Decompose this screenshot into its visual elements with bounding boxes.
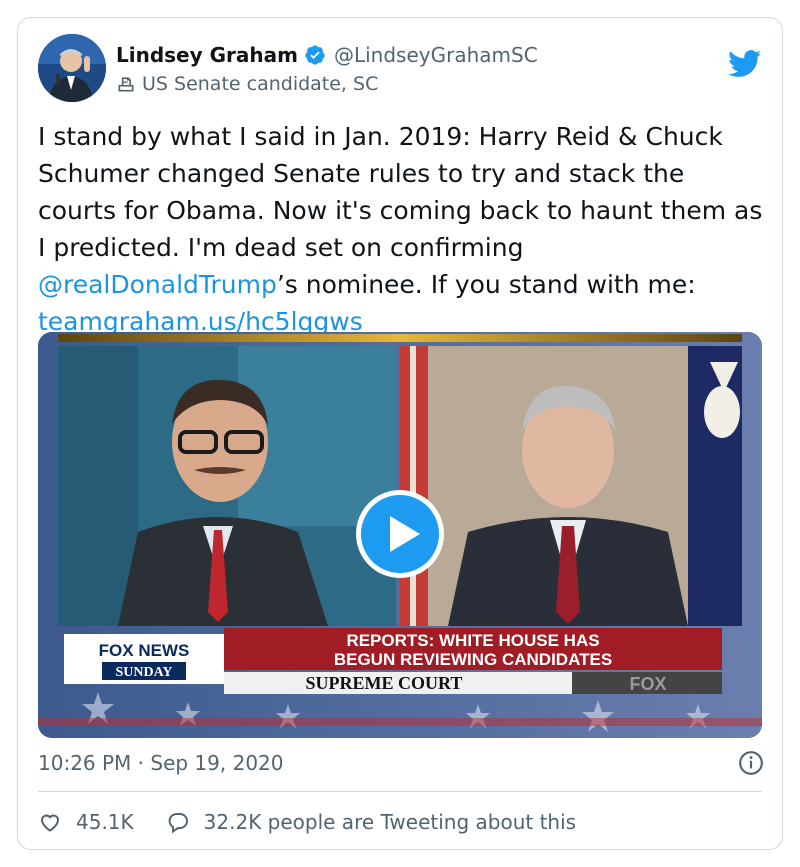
ballot-box-icon	[118, 77, 134, 92]
play-button-icon[interactable]	[354, 488, 446, 580]
corner-bug: FOX	[629, 674, 666, 694]
heart-icon	[40, 814, 60, 832]
divider	[38, 791, 762, 792]
network-logo-bottom: SUNDAY	[115, 665, 172, 680]
tweet-text-body-end: ’s nominee. If you stand with me:	[276, 270, 696, 299]
tweet-timestamp[interactable]: 10:26 PM · Sep 19, 2020	[38, 751, 284, 775]
conversation-button[interactable]: 32.2K people are Tweeting about this	[166, 810, 576, 834]
chyron-topic: SUPREME COURT	[306, 673, 463, 693]
tweet-text-body: I stand by what I said in Jan. 2019: Har…	[38, 122, 763, 262]
author-avatar[interactable]	[38, 34, 106, 102]
twitter-bird-icon[interactable]	[728, 50, 762, 78]
like-count: 45.1K	[76, 810, 134, 834]
conversation-text: 32.2K people are Tweeting about this	[203, 810, 577, 834]
verified-badge-icon	[305, 45, 325, 65]
tweet-header: Lindsey Graham @LindseyGrahamSC US Senat…	[38, 34, 764, 104]
author-display-name[interactable]: Lindsey Graham	[116, 43, 298, 67]
author-label: US Senate candidate, SC	[142, 73, 379, 95]
network-logo-top: FOX NEWS	[99, 641, 190, 660]
tweet-actions: 45.1K 32.2K people are Tweeting about th…	[38, 805, 576, 839]
chyron-headline-2: BEGUN REVIEWING CANDIDATES	[334, 650, 612, 669]
info-icon[interactable]	[738, 750, 764, 776]
tweet-text: I stand by what I said in Jan. 2019: Har…	[38, 118, 768, 340]
video-player[interactable]: FOX NEWS SUNDAY REPORTS: WHITE HOUSE HAS…	[38, 332, 762, 738]
chyron-headline-1: REPORTS: WHITE HOUSE HAS	[346, 631, 599, 650]
mention-link[interactable]: @realDonaldTrump	[38, 270, 277, 299]
like-button[interactable]: 45.1K	[38, 810, 134, 834]
tweet-card: Lindsey Graham @LindseyGrahamSC US Senat…	[17, 17, 783, 850]
author-handle[interactable]: @LindseyGrahamSC	[334, 43, 538, 67]
speech-bubble-icon	[168, 813, 188, 834]
